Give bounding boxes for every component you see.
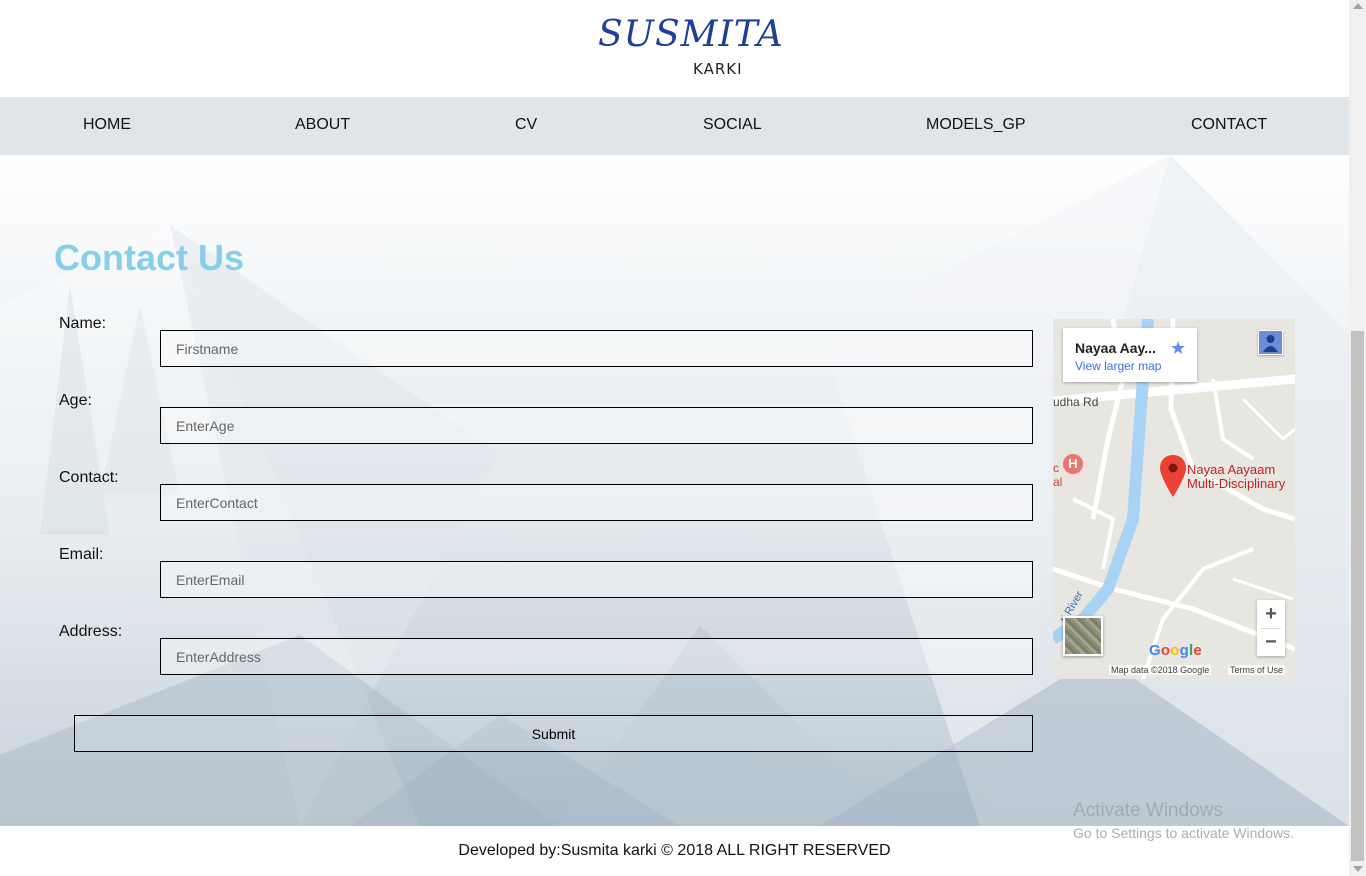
footer-text: Developed by:Susmita karki © 2018 ALL RI… (458, 842, 891, 859)
contact-input[interactable] (160, 484, 1033, 521)
site-header: SUSMITA KARKI (0, 0, 1349, 97)
activate-windows-title: Activate Windows (1073, 800, 1223, 821)
email-input[interactable] (160, 561, 1033, 598)
location-pin-icon[interactable] (1160, 455, 1186, 502)
place-label[interactable]: Nayaa Aayaam Multi-Disciplinary (1187, 463, 1285, 491)
zoom-out-button[interactable]: − (1257, 628, 1285, 656)
scroll-up-arrow-icon[interactable] (1353, 3, 1363, 9)
submit-button[interactable]: Submit (74, 715, 1033, 752)
nav-item-cv[interactable]: CV (515, 116, 537, 134)
page-title: Contact Us (54, 237, 245, 278)
nav-item-models-gp[interactable]: MODELS_GP (926, 116, 1026, 134)
logo-subtitle: KARKI (693, 60, 743, 78)
star-icon[interactable]: ★ (1170, 338, 1186, 359)
main-nav: HOME ABOUT CV SOCIAL MODELS_GP CONTACT (0, 97, 1349, 155)
address-input[interactable] (160, 638, 1033, 675)
nav-item-contact[interactable]: CONTACT (1191, 116, 1267, 134)
logo-title[interactable]: SUSMITA (598, 14, 784, 55)
view-larger-map-link[interactable]: View larger map (1075, 359, 1161, 373)
address-label: Address: (59, 623, 123, 640)
nav-item-about[interactable]: ABOUT (295, 116, 350, 134)
scrollbar-thumb[interactable] (1351, 331, 1364, 861)
place-card-title: Nayaa Aay... (1075, 340, 1156, 356)
age-label: Age: (59, 392, 92, 409)
zoom-in-button[interactable]: + (1257, 600, 1285, 628)
name-label: Name: (59, 315, 107, 332)
firstname-input[interactable] (160, 330, 1033, 367)
activate-windows-subtitle: Go to Settings to activate Windows. (1073, 825, 1294, 841)
scroll-down-arrow-icon[interactable] (1353, 866, 1363, 872)
hospital-label: c al (1053, 461, 1063, 489)
google-logo: Google (1149, 642, 1202, 659)
street-view-person-icon[interactable] (1258, 330, 1283, 355)
nav-item-home[interactable]: HOME (83, 116, 131, 134)
hospital-icon[interactable]: H (1063, 454, 1083, 474)
email-label: Email: (59, 546, 104, 563)
terms-of-use-link[interactable]: Terms of Use (1228, 665, 1286, 675)
satellite-toggle[interactable] (1063, 616, 1103, 656)
age-input[interactable] (160, 407, 1033, 444)
place-card: Nayaa Aay... ★ View larger map (1063, 328, 1197, 382)
zoom-control: + − (1257, 600, 1285, 656)
map-embed[interactable]: Nayaa Aay... ★ View larger map udha Rd H… (1053, 319, 1295, 679)
contact-label: Contact: (59, 469, 119, 486)
road-label: udha Rd (1053, 395, 1099, 409)
nav-item-social[interactable]: SOCIAL (703, 116, 762, 134)
contact-section: Contact Us Name: Age: Contact: Email: Ad… (0, 155, 1349, 826)
map-attribution: Map data ©2018 Google (1109, 665, 1212, 675)
